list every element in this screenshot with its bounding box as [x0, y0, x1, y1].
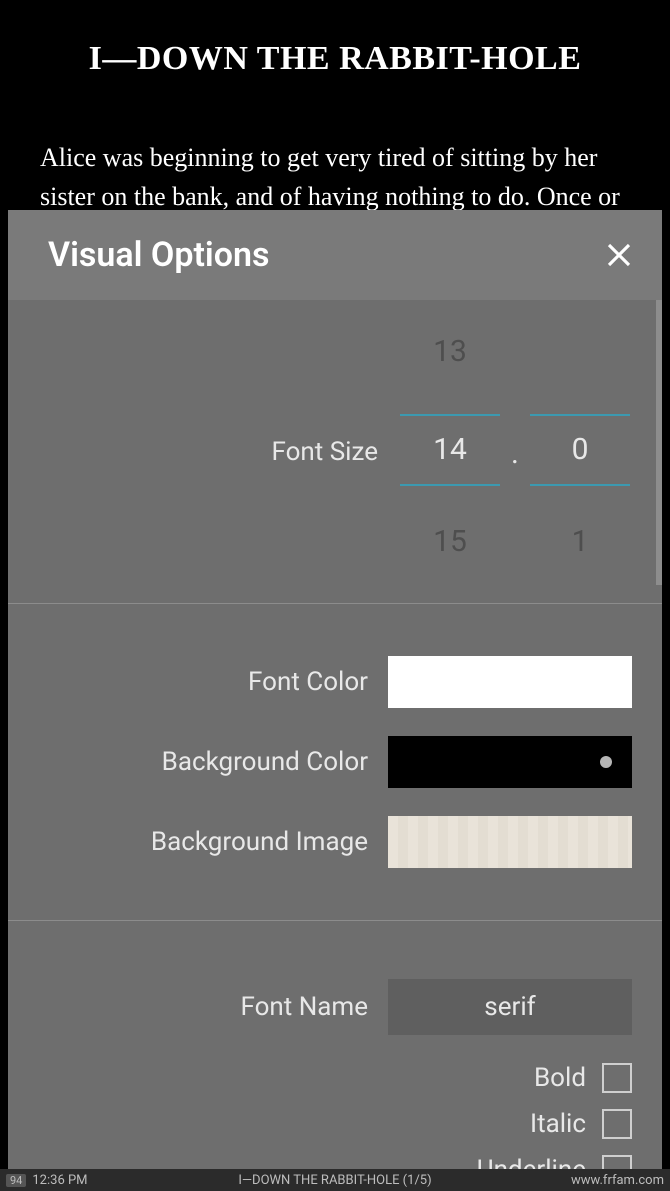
font-size-label: Font Size [38, 437, 398, 467]
font-size-decimal-wheel[interactable]: 0 1 [530, 324, 630, 579]
italic-checkbox[interactable] [602, 1109, 632, 1139]
dialog-body: Font Size 13 14 15 . 0 1 [8, 300, 662, 1169]
bold-label: Bold [534, 1063, 586, 1093]
status-badge: 94 [6, 1174, 26, 1187]
font-name-label: Font Name [38, 992, 388, 1022]
italic-row: Italic [38, 1109, 632, 1139]
status-center: I—DOWN THE RABBIT-HOLE (1/5) [238, 1173, 431, 1188]
background-image-swatch[interactable] [388, 816, 632, 868]
dialog-header: Visual Options [8, 210, 662, 300]
reader-view: I—DOWN THE RABBIT-HOLE Alice was beginni… [0, 0, 670, 216]
bold-row: Bold [38, 1063, 632, 1093]
background-image-row: Background Image [38, 816, 632, 868]
close-icon[interactable] [604, 240, 634, 270]
font-size-section: Font Size 13 14 15 . 0 1 [8, 300, 662, 604]
underline-row: Underline [38, 1155, 632, 1169]
background-color-row: Background Color [38, 736, 632, 788]
font-size-int-prev: 13 [400, 334, 500, 369]
underline-label: Underline [477, 1155, 586, 1169]
colors-section: Font Color Background Color Background I… [8, 604, 662, 921]
font-name-value[interactable]: serif [388, 979, 632, 1035]
reader-body-text: Alice was beginning to get very tired of… [40, 138, 630, 216]
font-size-dec-next: 1 [530, 524, 630, 559]
decimal-separator: . [500, 436, 530, 471]
background-image-label: Background Image [38, 827, 388, 857]
font-size-integer-wheel[interactable]: 13 14 15 [400, 324, 500, 579]
font-size-int-next: 15 [400, 524, 500, 559]
font-color-row: Font Color [38, 656, 632, 708]
font-size-dec-current: 0 [530, 432, 630, 467]
status-right: www.frfam.com [571, 1173, 664, 1188]
background-color-label: Background Color [38, 747, 388, 777]
font-color-swatch[interactable] [388, 656, 632, 708]
underline-checkbox[interactable] [602, 1155, 632, 1169]
status-time: 12:36 PM [32, 1173, 87, 1188]
font-name-row: Font Name serif [38, 979, 632, 1035]
font-size-picker[interactable]: 13 14 15 . 0 1 [398, 324, 632, 579]
scrollbar[interactable] [656, 300, 662, 585]
background-color-swatch[interactable] [388, 736, 632, 788]
dialog-title: Visual Options [48, 235, 269, 275]
status-bar: 94 12:36 PM I—DOWN THE RABBIT-HOLE (1/5)… [0, 1169, 670, 1191]
font-color-label: Font Color [38, 667, 388, 697]
font-size-int-current: 14 [400, 432, 500, 467]
font-style-section: Font Name serif Bold Italic Underline [8, 921, 662, 1169]
italic-label: Italic [530, 1109, 586, 1139]
chapter-title: I—DOWN THE RABBIT-HOLE [40, 40, 630, 78]
bold-checkbox[interactable] [602, 1063, 632, 1093]
visual-options-dialog: Visual Options Font Size 13 14 15 . [8, 210, 662, 1169]
